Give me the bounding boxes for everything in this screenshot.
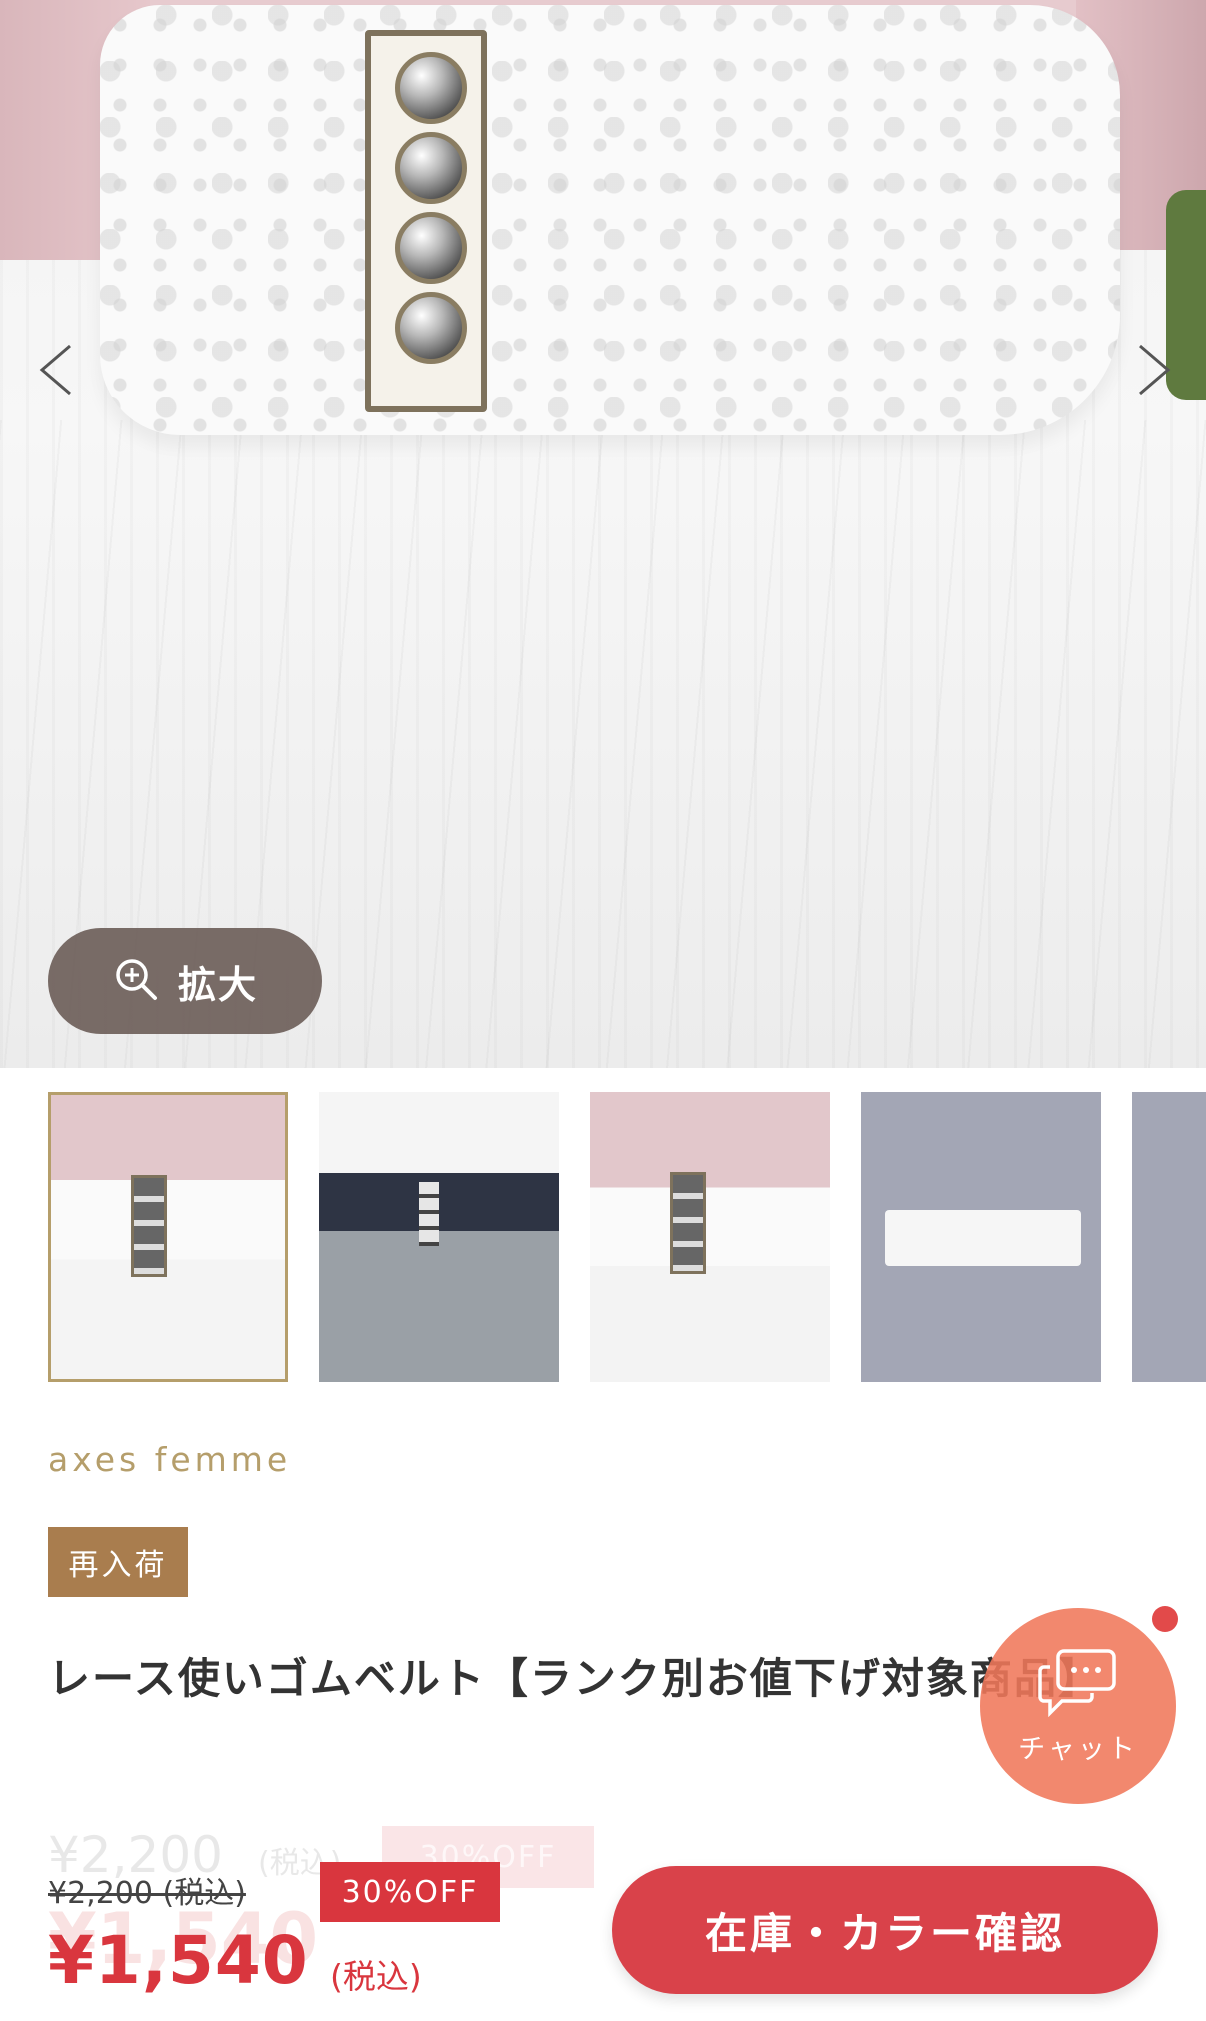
image-buckle-stud bbox=[395, 212, 467, 284]
thumbnail-3[interactable] bbox=[590, 1092, 830, 1382]
thumbnail-belt-flatlay bbox=[885, 1210, 1081, 1266]
discount-badge: 30%OFF bbox=[320, 1862, 500, 1922]
sale-price-tax-label: (税込) bbox=[330, 1957, 422, 1996]
image-buckle-stud bbox=[395, 292, 467, 364]
thumbnail-4[interactable] bbox=[861, 1092, 1101, 1382]
product-title: レース使いゴムベルト【ランク別お値下げ対象商品】 bbox=[48, 1654, 1102, 1703]
prev-image-chevron-left-icon[interactable] bbox=[30, 340, 90, 400]
stock-color-check-button[interactable]: 在庫・カラー確認 bbox=[612, 1866, 1158, 1994]
thumbnail-belt-buckle bbox=[419, 1182, 439, 1246]
thumbnail-2[interactable] bbox=[319, 1092, 559, 1382]
chat-bubble-icon bbox=[1036, 1647, 1120, 1721]
chat-label: チャット bbox=[1018, 1733, 1138, 1765]
chat-notification-dot bbox=[1152, 1606, 1178, 1632]
thumbnail-5[interactable] bbox=[1132, 1092, 1206, 1382]
chat-button[interactable]: チャット bbox=[980, 1608, 1176, 1804]
next-image-chevron-right-icon[interactable] bbox=[1120, 340, 1180, 400]
thumbnail-belt-buckle bbox=[670, 1172, 706, 1274]
thumbnail-1[interactable] bbox=[48, 1092, 288, 1382]
image-buckle-stud bbox=[395, 52, 467, 124]
image-lace-belt bbox=[100, 5, 1120, 435]
image-buckle-stud bbox=[395, 132, 467, 204]
brand-name[interactable]: axes femme bbox=[48, 1440, 291, 1479]
product-main-image[interactable] bbox=[0, 0, 1206, 1068]
restock-badge: 再入荷 bbox=[48, 1527, 188, 1597]
zoom-button[interactable]: 拡大 bbox=[48, 928, 322, 1034]
zoom-label: 拡大 bbox=[177, 962, 258, 1007]
sale-price: ¥1,540 bbox=[48, 1922, 309, 1999]
thumbnail-belt-buckle bbox=[131, 1175, 167, 1277]
thumbnail-strip[interactable] bbox=[48, 1092, 1206, 1386]
original-price: ¥2,200 (税込) bbox=[48, 1876, 246, 1911]
zoom-in-icon bbox=[112, 955, 160, 1007]
